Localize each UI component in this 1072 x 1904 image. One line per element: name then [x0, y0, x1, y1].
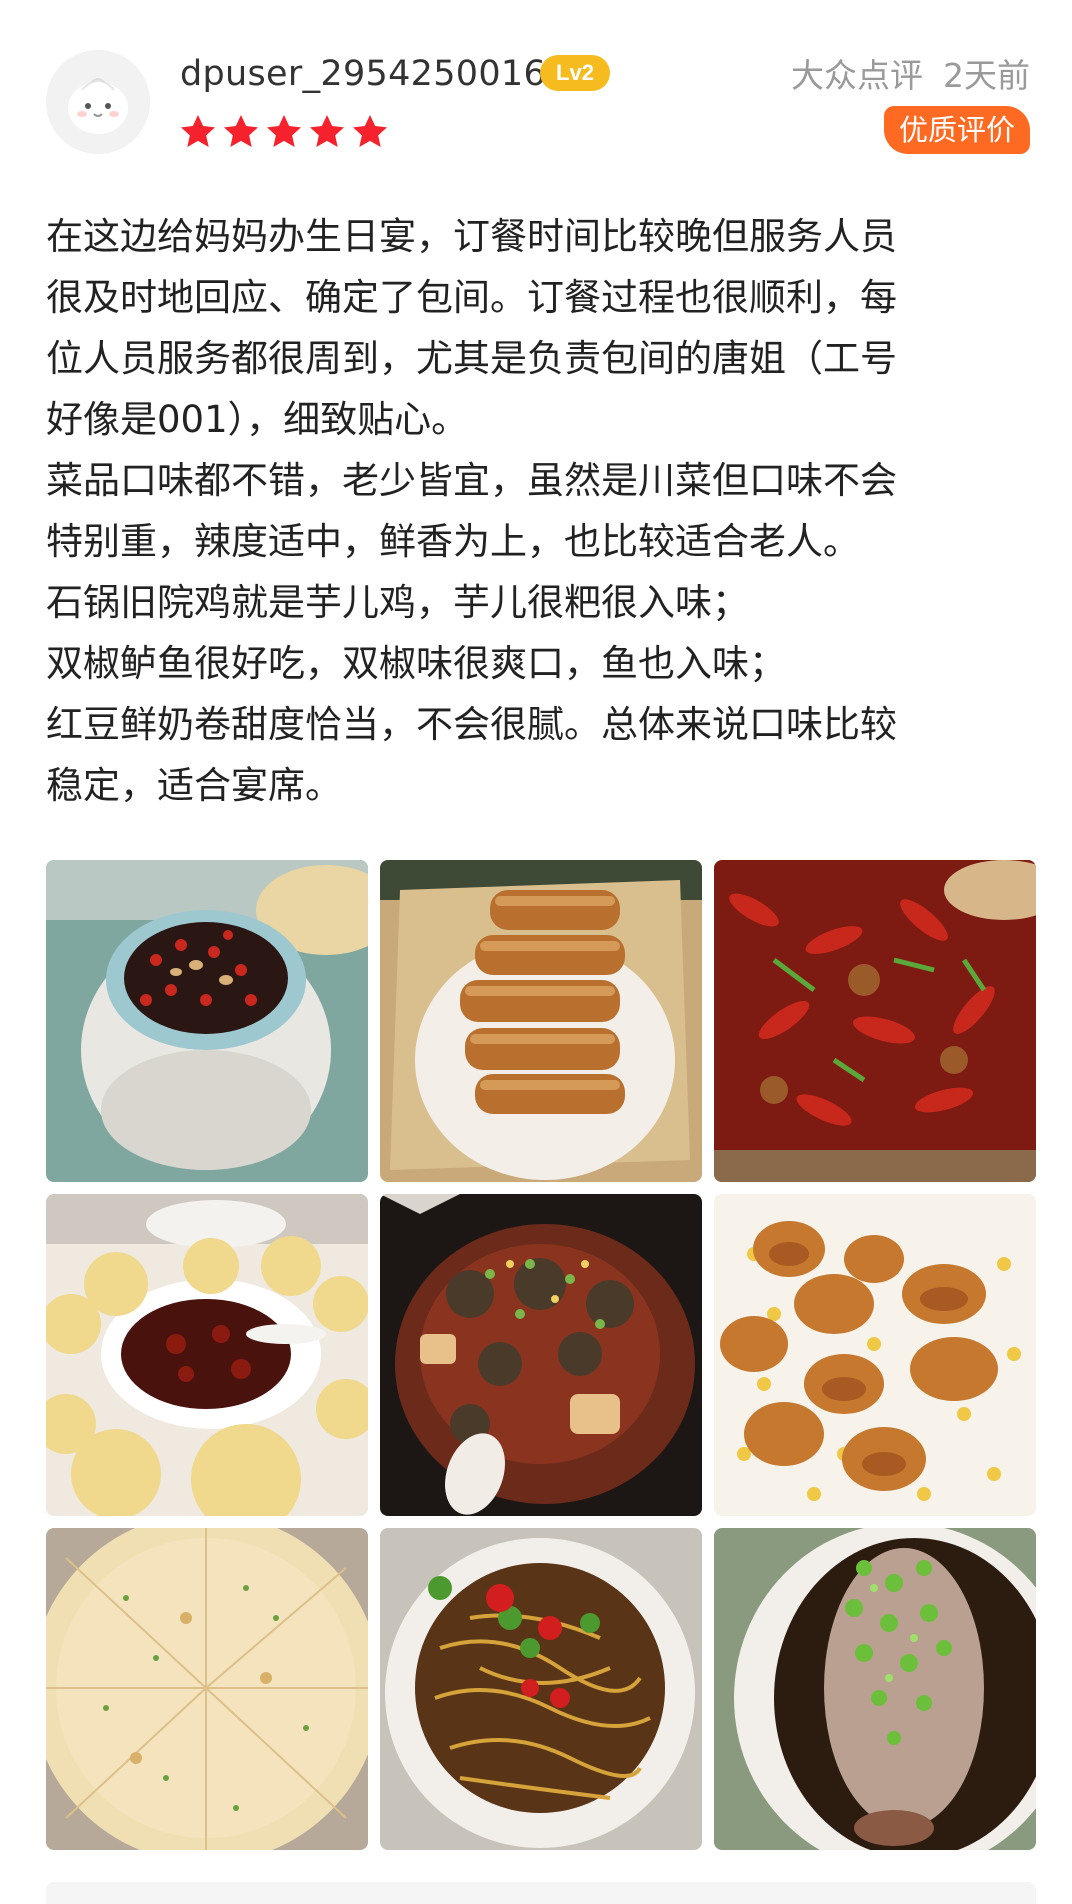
- food-photo-image: [46, 860, 368, 1182]
- star-icon: [181, 115, 215, 147]
- default-avatar-icon: [46, 50, 150, 154]
- review-photo-9[interactable]: [714, 1528, 1036, 1850]
- review-line: 特别重，辣度适中，鲜香为上，也比较适合老人。: [46, 520, 860, 563]
- review-meta: 大众点评 2天前: [791, 54, 1030, 98]
- review-line: 红豆鲜奶卷甜度恰当，不会很腻。总体来说口味比较: [46, 703, 897, 746]
- review-line: 石锅旧院鸡就是芋儿鸡，芋儿很粑很入味；: [46, 581, 749, 624]
- review-line: 双椒鲈鱼很好吃，双椒味很爽口，鱼也入味；: [46, 642, 786, 685]
- food-photo-image: [380, 1194, 702, 1516]
- food-photo-image: [714, 1528, 1036, 1850]
- food-photo-image: [714, 1194, 1036, 1516]
- review-line: 稳定，适合宴席。: [46, 764, 342, 807]
- review-photo-4[interactable]: [46, 1194, 368, 1516]
- review-photo-2[interactable]: [380, 860, 702, 1182]
- review-line: 菜品口味都不错，老少皆宜，虽然是川菜但口味不会: [46, 459, 897, 502]
- username[interactable]: dpuser_29542500160: [180, 52, 569, 96]
- star-icon: [224, 115, 258, 147]
- food-photo-image: [380, 1528, 702, 1850]
- review-line: 在这边给妈妈办生日宴，订餐时间比较晚但服务人员: [46, 215, 897, 258]
- food-photo-image: [714, 860, 1036, 1182]
- review-line: 好像是001），细致贴心。: [46, 398, 469, 441]
- review-time: 2天前: [943, 56, 1030, 95]
- quality-review-badge: 优质评价: [884, 106, 1030, 154]
- level-badge: Lv2: [540, 55, 610, 91]
- star-icon: [310, 115, 344, 147]
- review-photo-5[interactable]: [380, 1194, 702, 1516]
- review-header: dpuser_29542500160 Lv2 大众点评 2天前 优质评价: [0, 0, 1072, 180]
- review-photo-3[interactable]: [714, 860, 1036, 1182]
- review-line: 很及时地回应、确定了包间。订餐过程也很顺利，每: [46, 276, 897, 319]
- food-photo-image: [46, 1528, 368, 1850]
- next-section-divider: [46, 1882, 1036, 1904]
- star-icon: [267, 115, 301, 147]
- review-photo-6[interactable]: [714, 1194, 1036, 1516]
- review-photo-grid: [46, 860, 1036, 1850]
- review-line: 位人员服务都很周到，尤其是负责包间的唐姐（工号: [46, 337, 897, 380]
- review-source: 大众点评: [791, 56, 923, 95]
- review-photo-8[interactable]: [380, 1528, 702, 1850]
- review-photo-7[interactable]: [46, 1528, 368, 1850]
- review-photo-1[interactable]: [46, 860, 368, 1182]
- review-body: 在这边给妈妈办生日宴，订餐时间比较晚但服务人员 很及时地回应、确定了包间。订餐过…: [46, 206, 1036, 816]
- user-avatar[interactable]: [46, 50, 150, 154]
- food-photo-image: [46, 1194, 368, 1516]
- food-photo-image: [380, 860, 702, 1182]
- star-rating: [178, 112, 390, 156]
- star-icon: [353, 115, 387, 147]
